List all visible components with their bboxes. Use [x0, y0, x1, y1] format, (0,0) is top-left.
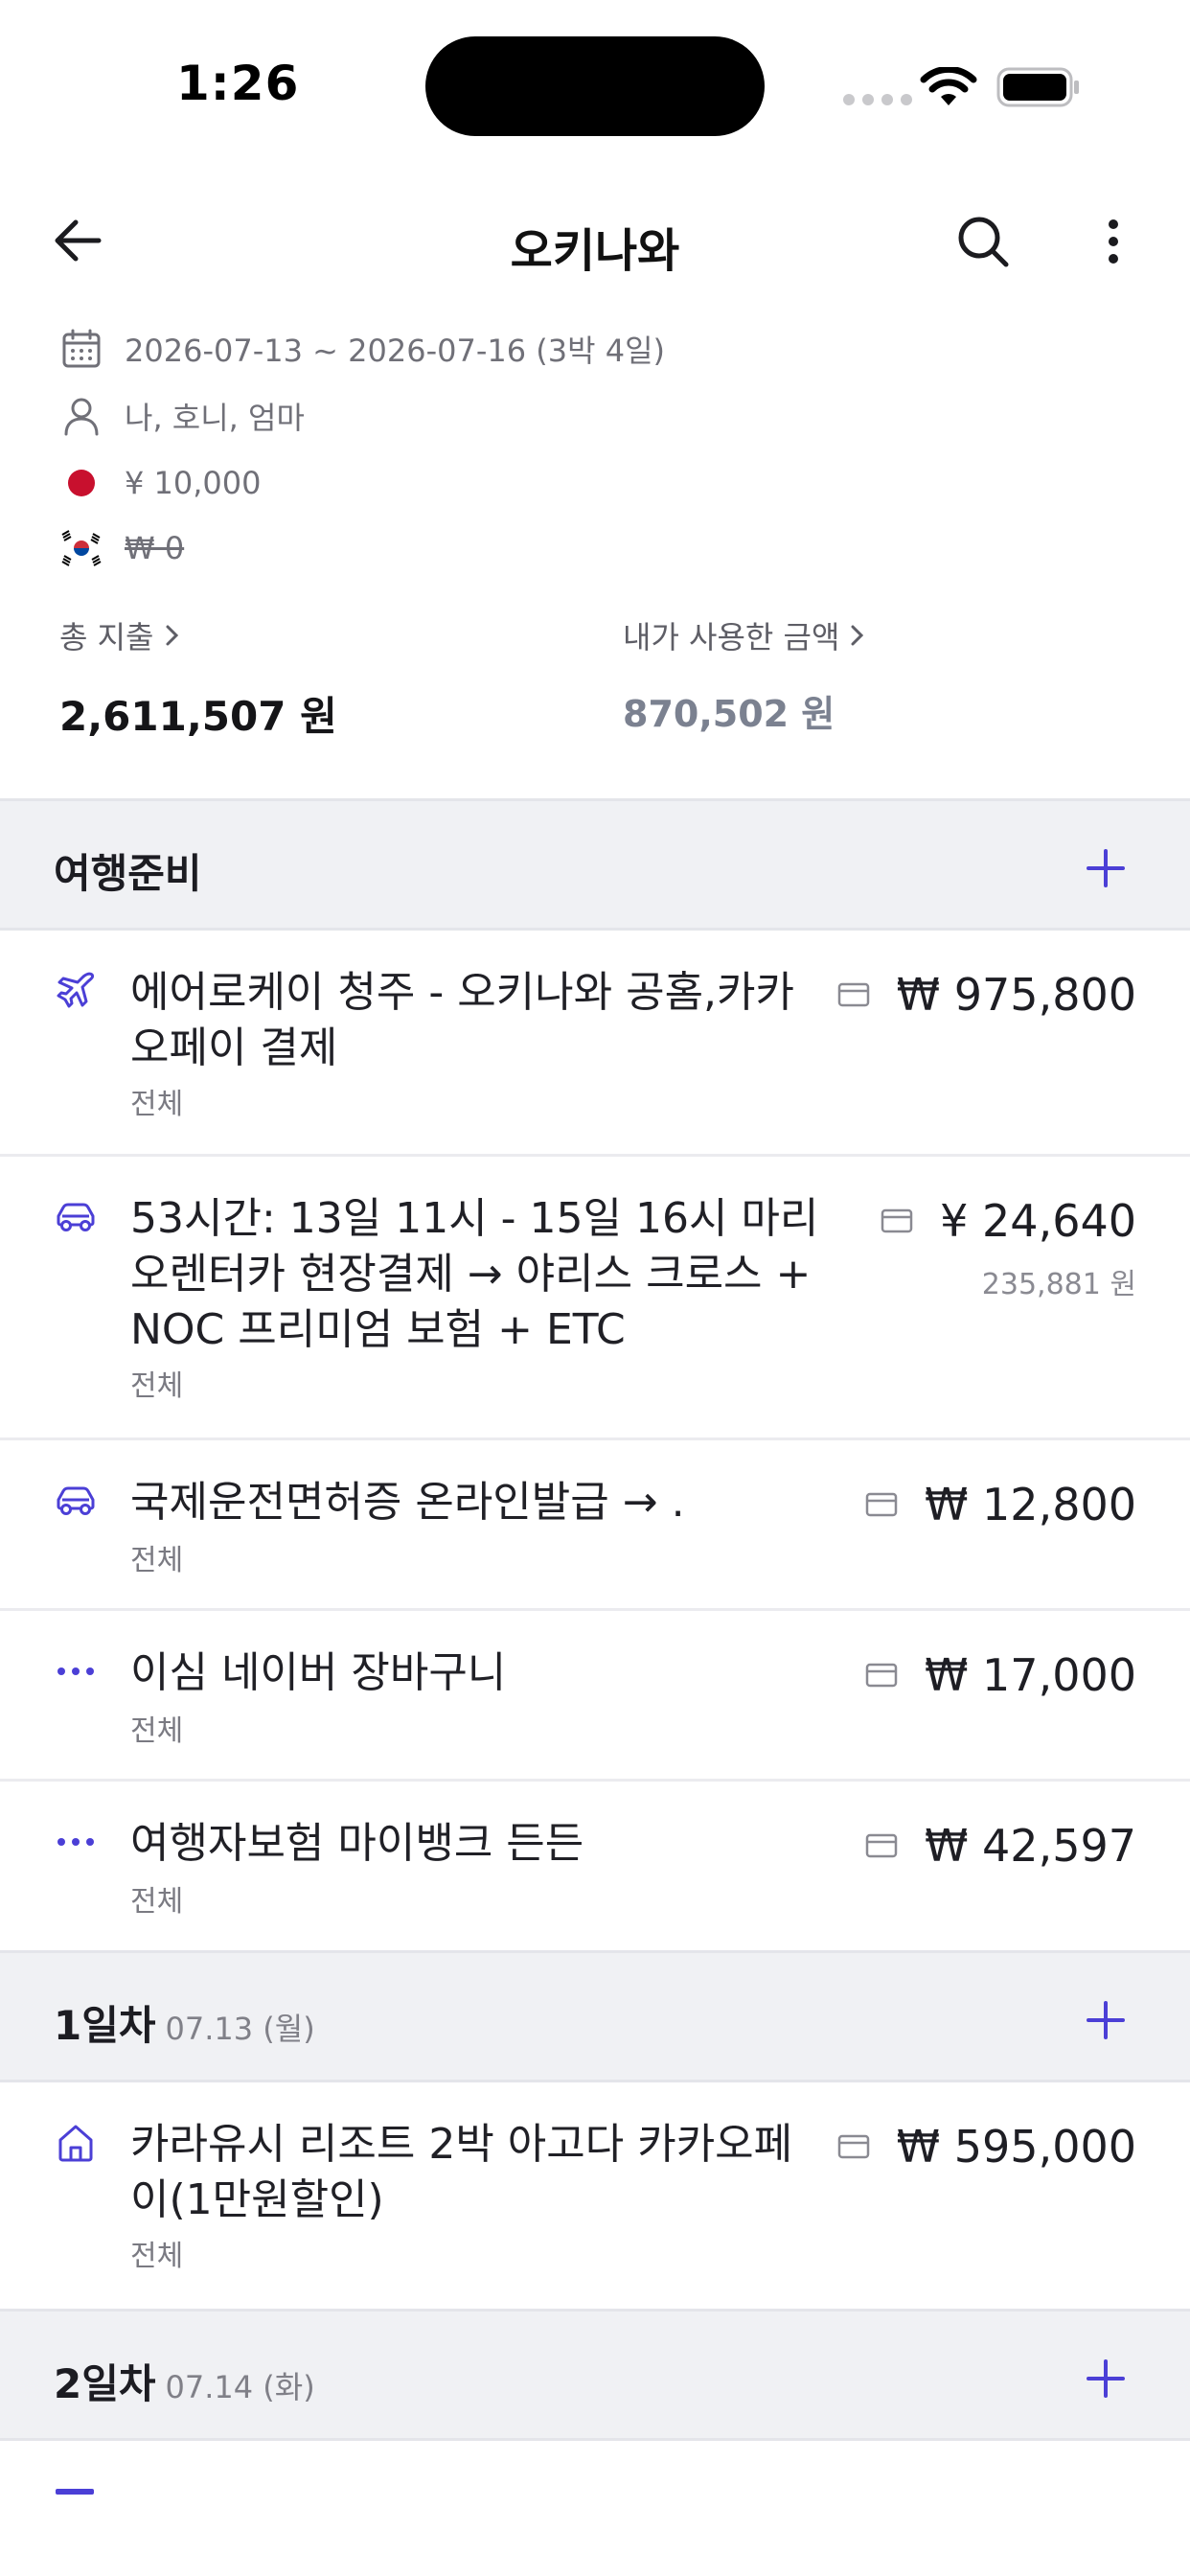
add-expense-button[interactable] — [1079, 841, 1133, 895]
more-options-button[interactable] — [1083, 207, 1144, 276]
expense-amount: ₩ 17,000 — [865, 1649, 1136, 1701]
total-expense-label: 총 지출 — [59, 619, 154, 656]
plus-icon — [1087, 849, 1125, 887]
expense-amount: ¥ 24,640 — [881, 1195, 1136, 1247]
expense-amount: ₩ 12,800 — [865, 1479, 1136, 1530]
expense-amount: ₩ 42,597 — [865, 1820, 1136, 1872]
japan-flag-icon — [68, 470, 95, 496]
expense-amount: ₩ 595,000 — [837, 2121, 1136, 2173]
more-dots-icon — [57, 1838, 94, 1846]
app-header: 오키나와 — [0, 188, 1190, 299]
korea-flag-icon — [59, 529, 103, 567]
calendar-icon — [62, 329, 101, 368]
expense-list-continuation — [0, 2441, 1190, 2576]
card-icon — [865, 1833, 898, 1858]
section-title: 여행준비 — [54, 850, 202, 897]
cellular-signal-icon — [843, 94, 912, 105]
section-date: 07.13 (월) — [165, 2011, 315, 2047]
status-time: 1:26 — [176, 56, 300, 111]
expense-share: 전체 — [130, 1714, 184, 1748]
jpy-budget: ¥ 10,000 — [125, 465, 262, 501]
car-icon — [57, 1203, 95, 1231]
section-header-day1: 1일차 07.13 (월) — [0, 1950, 1190, 2082]
jpy-budget-row: ¥ 10,000 — [59, 454, 262, 512]
wifi-icon — [920, 67, 977, 105]
vertical-dots-icon — [1109, 219, 1118, 264]
trip-members: 나, 호니, 엄마 — [125, 400, 305, 436]
section-title: 1일차 07.13 (월) — [54, 2002, 315, 2049]
plus-icon — [1087, 2001, 1125, 2039]
expense-title: 에어로케이 청주 - 오키나와 공홈,카카 오페이 결제 — [130, 968, 795, 1072]
trip-dates-row: 2026-07-13 ~ 2026-07-16 (3박 4일) — [59, 320, 665, 378]
list-icon-partial — [56, 2489, 94, 2495]
total-expense-value: 2,611,507 원 — [59, 693, 337, 740]
expense-title: 이심 네이버 장바구니 — [130, 1648, 507, 1697]
expense-amount: ₩ 975,800 — [837, 969, 1136, 1021]
my-expense[interactable]: 내가 사용한 금액 870,502 원 — [623, 613, 866, 737]
plane-icon — [57, 972, 94, 1008]
expense-share: 전체 — [130, 2240, 184, 2273]
expense-title: 여행자보험 마이뱅크 든든 — [130, 1819, 584, 1868]
card-icon — [881, 1208, 913, 1233]
card-icon — [837, 2134, 869, 2159]
card-icon — [865, 1663, 898, 1688]
expense-item[interactable]: 53시간: 13일 11시 - 15일 16시 마리 오렌터카 현장결제 → 야… — [0, 1157, 1190, 1440]
status-bar: 1:26 — [0, 0, 1190, 172]
trip-dates: 2026-07-13 ~ 2026-07-16 (3박 4일) — [125, 333, 666, 369]
chevron-right-icon — [166, 625, 178, 646]
expense-item[interactable]: 카라유시 리조트 2박 아고다 카카오페 이(1만원할인) 전체 ₩ 595,0… — [0, 2082, 1190, 2309]
search-button[interactable] — [949, 207, 1018, 276]
section-header-day2: 2일차 07.14 (화) — [0, 2309, 1190, 2441]
expense-share: 전체 — [130, 1369, 184, 1403]
section-title: 2일차 07.14 (화) — [54, 2360, 315, 2407]
expense-title: 53시간: 13일 11시 - 15일 16시 마리 오렌터카 현장결제 → 야… — [130, 1194, 819, 1354]
car-icon — [57, 1486, 95, 1515]
total-expense[interactable]: 총 지출 2,611,507 원 — [59, 613, 337, 743]
add-expense-button[interactable] — [1079, 1993, 1133, 2047]
expense-item[interactable]: 이심 네이버 장바구니 전체 ₩ 17,000 — [0, 1611, 1190, 1782]
card-icon — [865, 1492, 898, 1517]
krw-budget-row: ₩ 0 — [59, 519, 184, 577]
home-icon — [58, 2125, 93, 2162]
plus-icon — [1087, 2359, 1125, 2398]
expense-share: 전체 — [130, 1088, 184, 1121]
add-expense-button[interactable] — [1079, 2352, 1133, 2405]
expense-share: 전체 — [130, 1885, 184, 1919]
expense-title: 국제운전면허증 온라인발급 → . — [130, 1478, 685, 1527]
expense-share: 전체 — [130, 1544, 184, 1577]
expense-item[interactable]: 에어로케이 청주 - 오키나와 공홈,카카 오페이 결제 전체 ₩ 975,80… — [0, 931, 1190, 1157]
chevron-right-icon — [851, 625, 864, 646]
search-icon — [958, 217, 1009, 267]
my-expense-label: 내가 사용한 금액 — [623, 619, 840, 656]
battery-icon — [996, 67, 1079, 107]
expense-krw-converted: 235,881 원 — [981, 1268, 1136, 1301]
expense-title: 카라유시 리조트 2박 아고다 카카오페 이(1만원할인) — [130, 2120, 793, 2224]
section-header-preparation: 여행준비 — [0, 798, 1190, 931]
card-icon — [837, 982, 869, 1007]
section-date: 07.14 (화) — [165, 2369, 315, 2405]
my-expense-value: 870,502 원 — [623, 693, 835, 735]
trip-members-row: 나, 호니, 엄마 — [59, 387, 305, 445]
person-icon — [64, 398, 99, 436]
more-dots-icon — [57, 1668, 94, 1675]
dynamic-island — [425, 36, 765, 136]
expense-item[interactable]: 여행자보험 마이뱅크 든든 전체 ₩ 42,597 — [0, 1782, 1190, 1950]
krw-budget: ₩ 0 — [125, 530, 185, 566]
expense-item[interactable]: 국제운전면허증 온라인발급 → . 전체 ₩ 12,800 — [0, 1440, 1190, 1611]
